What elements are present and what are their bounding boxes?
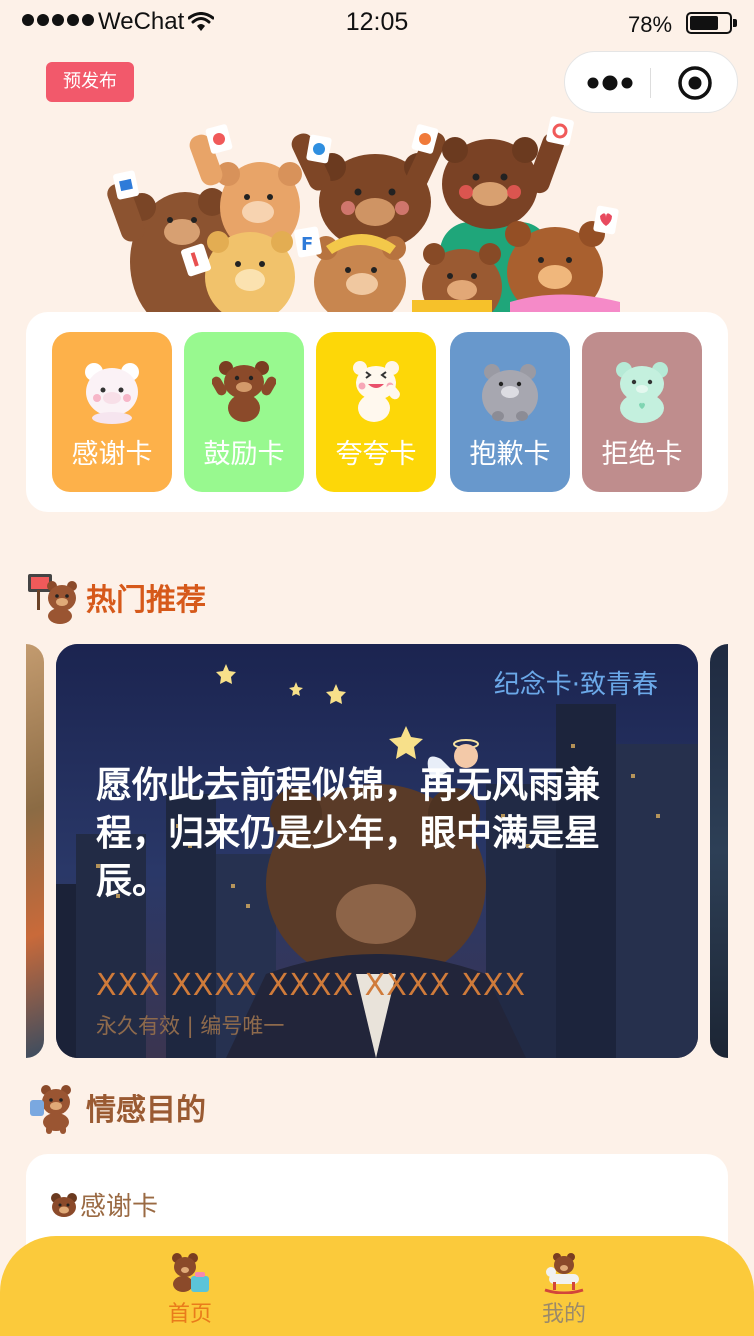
- tab-mine[interactable]: 我的: [504, 1252, 624, 1332]
- pre-release-badge: 预发布: [46, 62, 134, 102]
- tab-home-label: 首页: [167, 1302, 212, 1327]
- category-card-thanks[interactable]: 感谢卡: [52, 332, 172, 492]
- hot-section-header: 热门推荐: [26, 570, 206, 624]
- gray-bear-icon: [482, 364, 538, 422]
- battery-icon: [686, 12, 737, 34]
- category-label: 拒绝卡: [601, 439, 683, 470]
- close-miniprogram-icon[interactable]: [677, 65, 713, 101]
- tab-mine-label: 我的: [541, 1302, 586, 1327]
- carousel-next-card[interactable]: [710, 644, 728, 1058]
- emotion-section-title: 情感目的: [86, 1093, 206, 1128]
- emotion-item-thanks[interactable]: 感谢卡: [50, 1186, 158, 1223]
- bear-with-bag-icon: [30, 1085, 71, 1134]
- carousel-prev-card[interactable]: [26, 644, 44, 1058]
- category-label: 鼓励卡: [203, 439, 285, 470]
- category-label: 夸夸卡: [335, 439, 417, 470]
- tab-home[interactable]: 首页: [130, 1252, 250, 1332]
- category-label: 抱歉卡: [469, 439, 551, 470]
- white-bear-icon: [85, 363, 139, 424]
- hot-section-title: 热门推荐: [86, 583, 206, 618]
- status-bar: WeChat 12:05 78%: [0, 0, 754, 46]
- mint-bear-icon: [616, 362, 668, 423]
- card-validity: 永久有效 | 编号唯一: [96, 1014, 285, 1038]
- bear-face-icon: [51, 1192, 77, 1217]
- hero-bears-illustration: F: [107, 116, 620, 312]
- card-code: XXX XXXX XXXX XXXX XXX: [96, 968, 527, 1003]
- battery-percent: 78%: [628, 12, 673, 37]
- category-panel: 感谢卡 鼓励卡 夸夸卡 抱歉卡 拒绝卡: [26, 312, 728, 512]
- rocking-horse-bear-icon: [544, 1253, 584, 1294]
- category-card-reject[interactable]: 拒绝卡: [582, 332, 702, 492]
- cheering-bear-icon: [353, 361, 400, 422]
- svg-text:F: F: [301, 234, 313, 255]
- bear-holding-sign-icon: [28, 574, 77, 624]
- home-bear-icon: [172, 1253, 209, 1292]
- emotion-section-header: 情感目的: [26, 1080, 206, 1134]
- capsule-divider: [650, 68, 651, 98]
- tab-bar: 首页 我的: [0, 1236, 754, 1336]
- brown-bear-icon: [212, 361, 276, 422]
- card-tag: 纪念卡·致青春: [493, 670, 658, 700]
- miniprogram-capsule: [564, 51, 738, 113]
- category-card-apology[interactable]: 抱歉卡: [450, 332, 570, 492]
- card-quote: 愿你此去前程似锦，再无风雨兼程，归来仍是少年，眼中满是星辰。: [96, 765, 601, 902]
- category-card-encourage[interactable]: 鼓励卡: [184, 332, 304, 492]
- more-icon[interactable]: [585, 68, 635, 98]
- hot-recommend-card[interactable]: 纪念卡·致青春 愿你此去前程似锦，再无风雨兼程，归来仍是少年，眼中满是星辰。 X…: [56, 644, 698, 1058]
- category-label: 感谢卡: [71, 439, 153, 470]
- category-card-praise[interactable]: 夸夸卡: [316, 332, 436, 492]
- emotion-item-label: 感谢卡: [80, 1192, 159, 1222]
